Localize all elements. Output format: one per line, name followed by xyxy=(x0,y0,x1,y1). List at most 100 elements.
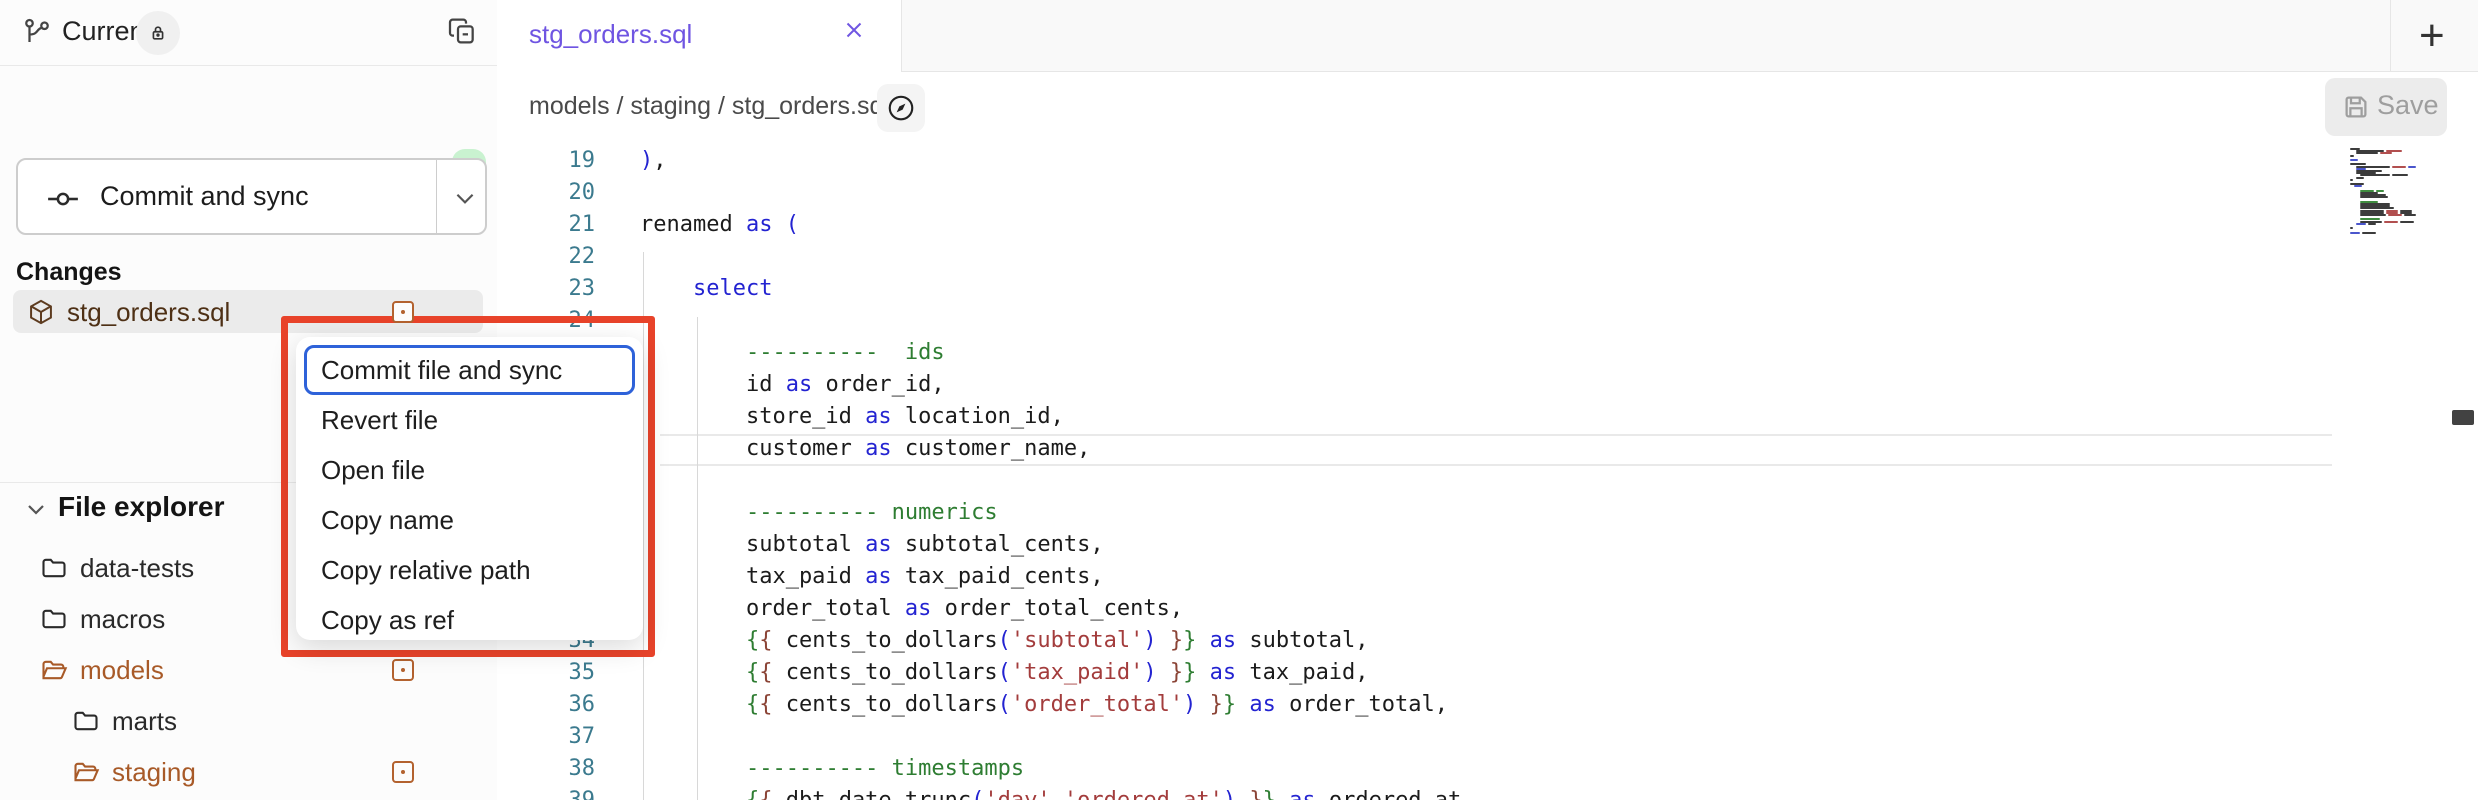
code-line[interactable]: ), xyxy=(640,145,667,177)
save-icon xyxy=(2341,92,2371,122)
chevron-down-icon[interactable] xyxy=(24,497,48,521)
split-button-divider xyxy=(436,160,437,233)
file-explorer-item-staging[interactable]: staging xyxy=(0,747,497,798)
compass-icon xyxy=(886,93,916,123)
line-number: 22 xyxy=(497,241,595,273)
minimap-line xyxy=(2350,227,2353,229)
code-line[interactable]: {{ cents_to_dollars('subtotal') }} as su… xyxy=(640,625,1369,657)
chevron-down-icon[interactable] xyxy=(452,185,478,211)
minimap[interactable] xyxy=(2350,148,2440,388)
code-line[interactable]: {{ dbt.date_trunc('day','ordered_at') }}… xyxy=(640,785,1475,800)
minimap-line xyxy=(2408,166,2416,168)
save-button[interactable]: Save xyxy=(2325,78,2447,136)
line-number: 24 xyxy=(497,305,595,337)
minimap-line xyxy=(2380,152,2392,154)
file-explorer-item-models[interactable]: models xyxy=(0,645,497,696)
branch-bar: Current xyxy=(0,0,497,66)
cube-icon xyxy=(27,298,55,326)
minimap-line xyxy=(2360,214,2386,216)
line-number: 38 xyxy=(497,753,595,785)
folder-icon xyxy=(72,707,100,735)
folder-icon xyxy=(40,554,68,582)
line-number: 21 xyxy=(497,209,595,241)
file-explorer-label: data-tests xyxy=(80,553,194,584)
line-number: 37 xyxy=(497,721,595,753)
code-line[interactable]: {{ cents_to_dollars('order_total') }} as… xyxy=(640,689,1448,721)
changes-section-label: Changes xyxy=(16,258,122,287)
context-menu-item[interactable]: Commit file and sync xyxy=(304,345,635,395)
line-number: 19 xyxy=(497,145,595,177)
new-tab-button[interactable]: + xyxy=(2419,6,2445,66)
code-editor[interactable]: 1920212223242526272829303132333435363738… xyxy=(497,145,2478,800)
code-line[interactable]: select xyxy=(640,273,772,305)
minimap-line xyxy=(2350,232,2360,234)
minimap-line xyxy=(2392,166,2406,168)
code-line[interactable]: ---------- ids xyxy=(640,337,945,369)
code-line[interactable]: order_total as order_total_cents, xyxy=(640,593,1183,625)
code-line[interactable]: tax_paid as tax_paid_cents, xyxy=(640,561,1104,593)
context-menu-item[interactable]: Open file xyxy=(296,445,643,495)
version-control-header[interactable]: Version control 1 xyxy=(0,65,497,145)
line-number: 39 xyxy=(497,785,595,800)
file-explorer-title: File explorer xyxy=(58,491,225,523)
code-line[interactable]: id as order_id, xyxy=(640,369,945,401)
context-menu-item[interactable]: Copy relative path xyxy=(296,545,643,595)
editor-tab-bar: stg_orders.sql + xyxy=(497,0,2478,72)
minimap-line xyxy=(2350,179,2353,181)
dbt-ide-window: Current Version xyxy=(0,0,2478,800)
code-line[interactable]: renamed as ( xyxy=(640,209,799,241)
minimap-line xyxy=(2388,214,2402,216)
breadcrumb-row: models / staging / stg_orders.sql Save xyxy=(497,72,2478,145)
save-label: Save xyxy=(2377,90,2439,121)
branch-lock-badge xyxy=(136,11,180,55)
minimap-line xyxy=(2392,174,2408,176)
code-line[interactable]: ---------- numerics xyxy=(640,497,998,529)
tab-stg-orders[interactable]: stg_orders.sql xyxy=(497,0,902,72)
breadcrumb: models / staging / stg_orders.sql xyxy=(529,92,889,121)
changed-file-name: stg_orders.sql xyxy=(67,297,230,328)
file-explorer-label: staging xyxy=(112,757,196,788)
minimap-line xyxy=(2356,223,2366,225)
file-explorer-label: models xyxy=(80,655,164,686)
commit-and-sync-button[interactable]: Commit and sync xyxy=(16,158,487,235)
minimap-line xyxy=(2362,232,2376,234)
context-menu-item[interactable]: Copy as ref xyxy=(296,595,643,645)
code-line[interactable]: store_id as location_id, xyxy=(640,401,1064,433)
minimap-line xyxy=(2368,223,2376,225)
scrollbar-thumb[interactable] xyxy=(2452,410,2474,425)
minimap-line xyxy=(2360,196,2388,198)
folder-icon xyxy=(40,605,68,633)
minimap-line xyxy=(2354,185,2362,187)
file-explorer-item-marts[interactable]: marts xyxy=(0,696,497,747)
lineage-compass-button[interactable] xyxy=(877,84,925,132)
modified-indicator xyxy=(392,301,414,323)
context-menu-item[interactable]: Revert file xyxy=(296,395,643,445)
code-line[interactable]: customer as customer_name, xyxy=(640,433,1090,465)
code-line[interactable]: subtotal as subtotal_cents, xyxy=(640,529,1104,561)
line-number: 35 xyxy=(497,657,595,689)
minimap-line xyxy=(2360,174,2390,176)
minimap-line xyxy=(2350,155,2354,157)
minimap-line xyxy=(2350,159,2358,161)
folder-open-icon xyxy=(40,656,68,684)
minimap-line xyxy=(2356,177,2364,179)
modified-indicator xyxy=(392,761,414,783)
file-explorer-label: marts xyxy=(112,706,177,737)
git-branch-icon xyxy=(22,17,52,47)
close-icon[interactable] xyxy=(841,17,867,43)
lock-icon xyxy=(148,23,168,43)
tab-title: stg_orders.sql xyxy=(529,19,692,50)
minimap-line xyxy=(2400,221,2414,223)
file-explorer-label: macros xyxy=(80,604,165,635)
copy-icon[interactable] xyxy=(446,15,478,47)
line-number: 23 xyxy=(497,273,595,305)
tab-bar-divider xyxy=(2390,0,2391,71)
commit-icon xyxy=(46,182,80,216)
context-menu: Commit file and syncRevert fileOpen file… xyxy=(296,337,643,640)
line-number: 36 xyxy=(497,689,595,721)
modified-indicator xyxy=(392,659,414,681)
code-line[interactable]: ---------- timestamps xyxy=(640,753,1024,785)
minimap-line xyxy=(2356,152,2378,154)
code-line[interactable]: {{ cents_to_dollars('tax_paid') }} as ta… xyxy=(640,657,1369,689)
context-menu-item[interactable]: Copy name xyxy=(296,495,643,545)
